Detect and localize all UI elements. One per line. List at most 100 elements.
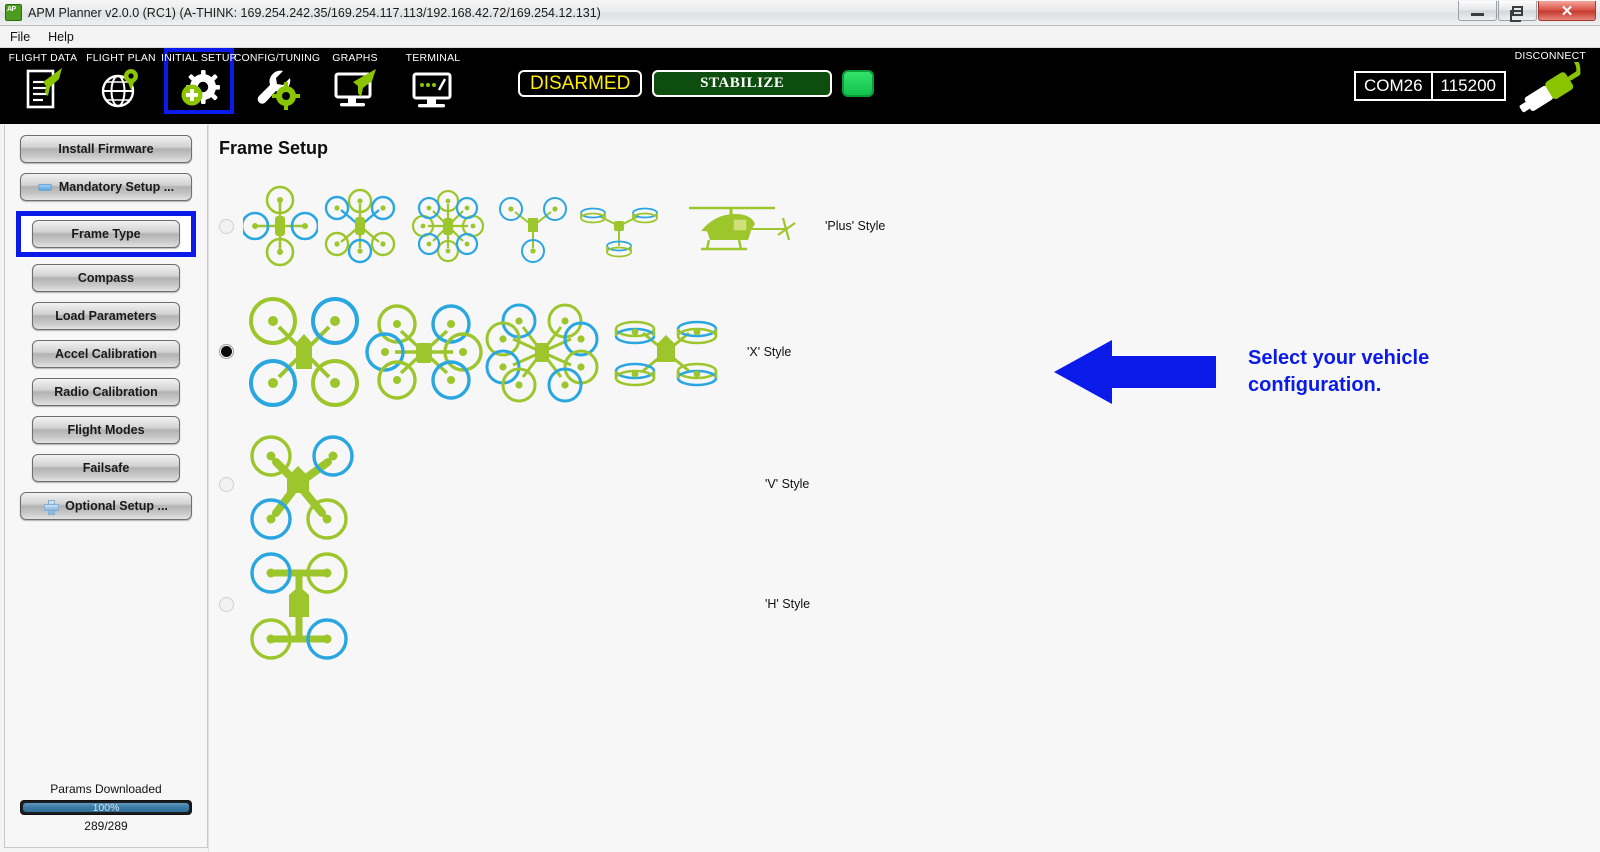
content-area: Install Firmware Mandatory Setup ... Fra… — [0, 124, 1600, 852]
menu-bar: File Help — [0, 26, 1600, 48]
frame-option-plus-radio-cell[interactable] — [209, 219, 243, 234]
sidebar-item-compass[interactable]: Compass — [32, 264, 180, 292]
sidebar-item-failsafe[interactable]: Failsafe — [32, 454, 180, 482]
params-status-label: Params Downloaded — [5, 782, 207, 796]
nav-config-tuning[interactable]: CONFIG/TUNING — [238, 48, 316, 112]
minus-icon — [38, 184, 52, 191]
quad-x-icon — [243, 291, 365, 413]
sidebar-item-load-parameters[interactable]: Load Parameters — [32, 302, 180, 330]
sidebar-item-accel-calibration[interactable]: Accel Calibration — [32, 340, 180, 368]
armed-status-badge: DISARMED — [518, 70, 642, 97]
sidebar-item-radio-calibration[interactable]: Radio Calibration — [32, 378, 180, 406]
nav-initial-setup[interactable]: INITIAL SETUP — [160, 48, 238, 112]
sidebar-item-mandatory-setup[interactable]: Mandatory Setup ... — [20, 173, 192, 201]
minimize-icon — [1471, 13, 1484, 16]
quad-v-icon — [243, 425, 361, 543]
sidebar-item-install-firmware[interactable]: Install Firmware — [20, 135, 192, 163]
config-tuning-icon — [253, 66, 301, 112]
annotation-line-2: configuration. — [1248, 372, 1429, 399]
radio-plus-style[interactable] — [219, 219, 234, 234]
nav-flight-plan-label: FLIGHT PLAN — [86, 52, 156, 64]
terminal-icon — [409, 66, 457, 112]
flight-plan-icon — [97, 66, 145, 112]
nav-flight-data[interactable]: FLIGHT DATA — [4, 48, 82, 112]
flight-mode-badge: STABILIZE — [652, 70, 832, 97]
sidebar-item-label: Flight Modes — [67, 423, 144, 437]
params-progress-fill: 100% — [23, 803, 189, 812]
nav-flight-plan[interactable]: FLIGHT PLAN — [82, 48, 160, 112]
page-title: Frame Setup — [219, 138, 1600, 159]
frame-option-v-label: 'V' Style — [765, 477, 809, 491]
connection-controls: COM26 115200 DISCONNECT — [1354, 48, 1592, 124]
radio-x-style-dot — [221, 346, 232, 357]
minimize-button[interactable] — [1458, 1, 1497, 21]
window-title: APM Planner v2.0.0 (RC1) (A-THINK: 169.2… — [28, 6, 601, 20]
sidebar-item-optional-setup[interactable]: Optional Setup ... — [20, 492, 192, 520]
nav-config-tuning-label: CONFIG/TUNING — [234, 52, 321, 64]
nav-graphs-label: GRAPHS — [332, 52, 378, 64]
frame-option-h-radio-cell[interactable] — [209, 597, 243, 612]
quad-h-icon — [243, 545, 361, 663]
setup-sidebar: Install Firmware Mandatory Setup ... Fra… — [4, 125, 208, 848]
link-ok-indicator — [842, 70, 874, 97]
tri-icon — [493, 180, 573, 272]
restore-button[interactable] — [1498, 1, 1537, 21]
close-button[interactable]: ✕ — [1538, 1, 1596, 21]
frame-option-plus[interactable]: 'Plus' Style — [209, 173, 1600, 279]
window-title-bar: APM Planner v2.0.0 (RC1) (A-THINK: 169.2… — [0, 0, 1600, 26]
octo-plus-icon — [403, 180, 493, 272]
frame-option-h[interactable]: 'H' Style — [209, 544, 1600, 664]
frame-option-v-radio-cell[interactable] — [209, 477, 243, 492]
sidebar-item-label: Load Parameters — [55, 309, 156, 323]
helicopter-icon — [683, 191, 803, 261]
hexa-plus-icon — [318, 180, 403, 272]
nav-flight-data-label: FLIGHT DATA — [9, 52, 78, 64]
sidebar-item-flight-modes[interactable]: Flight Modes — [32, 416, 180, 444]
y6-icon — [573, 180, 665, 272]
radio-v-style[interactable] — [219, 477, 234, 492]
frame-option-x-diagrams — [243, 291, 725, 413]
nav-terminal[interactable]: TERMINAL — [394, 48, 472, 112]
sidebar-item-label: Radio Calibration — [54, 385, 157, 399]
frame-options-list: 'Plus' Style — [209, 173, 1600, 664]
sidebar-item-label: Accel Calibration — [55, 347, 157, 361]
nav-initial-setup-label: INITIAL SETUP — [161, 52, 237, 64]
frame-option-v[interactable]: 'V' Style — [209, 424, 1600, 544]
radio-x-style[interactable] — [219, 344, 234, 359]
frame-option-x-radio-cell[interactable] — [209, 344, 243, 359]
disconnect-button[interactable]: DISCONNECT — [1506, 48, 1592, 124]
nav-terminal-label: TERMINAL — [406, 52, 461, 64]
toolbar-nav-group: FLIGHT DATA FLIGHT PLAN — [0, 48, 472, 112]
main-toolbar: FLIGHT DATA FLIGHT PLAN — [0, 48, 1600, 124]
com-port-select[interactable]: COM26 — [1354, 71, 1433, 101]
annotation-overlay: Select your vehicle configuration. — [1054, 336, 1429, 408]
octo-x-icon — [483, 291, 601, 413]
hexa-x-icon — [365, 291, 483, 413]
frame-option-plus-label: 'Plus' Style — [825, 219, 885, 233]
sidebar-item-label: Optional Setup ... — [65, 499, 168, 513]
restore-icon — [1512, 6, 1523, 16]
nav-graphs[interactable]: GRAPHS — [316, 48, 394, 112]
radio-h-style[interactable] — [219, 597, 234, 612]
menu-item-file[interactable]: File — [10, 30, 30, 44]
plus-icon — [44, 500, 58, 513]
left-arrow-annotation — [1054, 336, 1216, 408]
initial-setup-icon — [175, 66, 223, 112]
sidebar-item-label: Failsafe — [83, 461, 130, 475]
menu-item-help[interactable]: Help — [48, 30, 74, 44]
sidebar-item-frame-type[interactable]: Frame Type — [32, 220, 180, 248]
octaquad-x-icon — [607, 291, 725, 413]
annotation-text: Select your vehicle configuration. — [1248, 345, 1429, 399]
frame-option-x-label: 'X' Style — [747, 345, 791, 359]
frame-type-highlight-box: Frame Type — [16, 211, 196, 257]
window-controls: ✕ — [1457, 1, 1596, 21]
disconnect-label: DISCONNECT — [1506, 50, 1586, 62]
frame-option-h-label: 'H' Style — [765, 597, 810, 611]
sidebar-item-label: Mandatory Setup ... — [59, 180, 174, 194]
params-download-status: Params Downloaded 100% 289/289 — [5, 782, 207, 847]
flight-data-icon — [19, 66, 67, 112]
params-count-label: 289/289 — [5, 819, 207, 833]
baud-rate-select[interactable]: 115200 — [1433, 71, 1506, 101]
annotation-line-1: Select your vehicle — [1248, 345, 1429, 372]
frame-setup-panel: Frame Setup — [208, 124, 1600, 852]
